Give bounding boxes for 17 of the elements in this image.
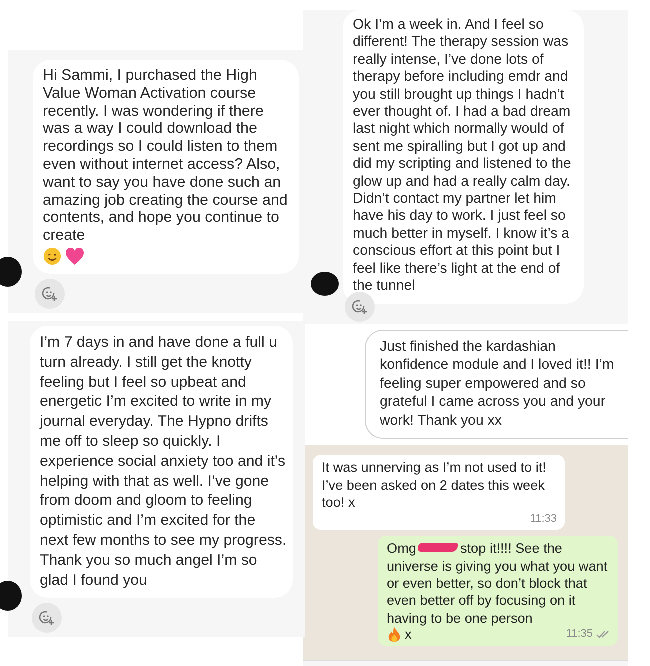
message-text: Hi Sammi, I purchased the High Value Woman Activation course recently. I was wondering if there was a way I could download the recordings so I could listen to them even without internet access? Also, want to say you have done such an amazing job creating the course and contents, and hope you continue to create	[43, 67, 289, 245]
avatar	[0, 581, 22, 612]
message-text: Ok I’m a week in. And I feel so different! The therapy session was really intense, I’ve done lots of therapy before including emdr and you still brought up things I hadn’t ever thought of. I had a bad dream last night which normally would of sent me spiralling but I got up and did my scripting and listened to the glow up and had a really calm day. Didn’t contact my partner let him have his day to work. I just feel so much better in myself. I know it’s a conscious effort at this point but I feel like there’s light at the end of the tunnel	[353, 17, 572, 296]
avatar	[0, 256, 22, 287]
message-time: 11:33	[530, 512, 557, 527]
message-time: 11:35	[566, 627, 593, 642]
add-reaction-icon	[42, 286, 58, 302]
add-reaction-icon	[352, 298, 368, 314]
double-check-icon	[596, 630, 610, 640]
message-text: It was unnerving as I’m not used to it! I’ve been asked on 2 dates this week too! x	[322, 459, 548, 512]
add-reaction-button[interactable]	[35, 278, 65, 309]
avatar	[311, 272, 339, 296]
message-text: I’m 7 days in and have done a full u turn already. I still get the knotty feeling but I feel so upbeat and energetic I’m excited to write in my journal everyday. The Hypno drifts me off to sleep so quickly. I experience social anxiety too and it’s helping with that as well. I’ve gone from doom and gloom to feeling optimistic and I’m excited for the next few months to see my progress. Thank you so much angel I’m so glad I found you	[40, 332, 287, 590]
message-text: x	[405, 626, 412, 644]
add-reaction-icon	[39, 610, 55, 626]
add-reaction-button[interactable]	[32, 603, 62, 634]
message-text: Just finished the kardashian konfidence module and I loved it!! I’m feeling super empowered and so grateful I came across you and your work! Thank you xx	[380, 338, 616, 430]
